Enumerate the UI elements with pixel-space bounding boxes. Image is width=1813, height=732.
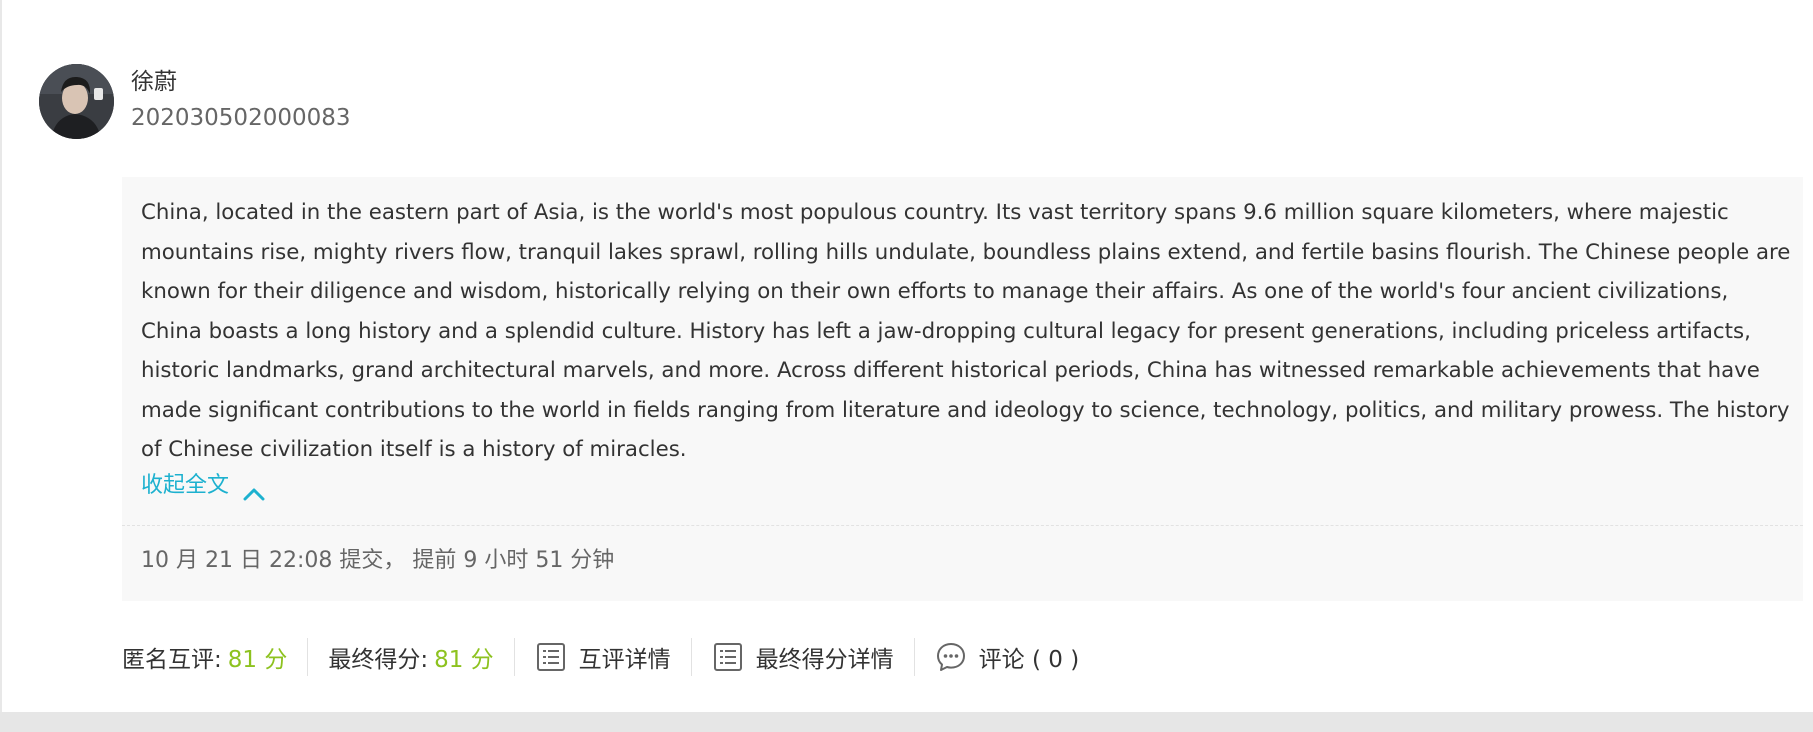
final-score-value: 81 分	[434, 647, 494, 673]
peer-review-details-button[interactable]: 互评详情	[535, 637, 671, 677]
avatar[interactable]	[39, 64, 114, 139]
final-score-label: 最终得分:	[328, 647, 429, 673]
anon-review-score-value: 81 分	[227, 647, 288, 673]
essay-text: China, located in the eastern part of As…	[141, 200, 1791, 462]
essay-panel: China, located in the eastern part of As…	[122, 177, 1803, 601]
comment-icon	[935, 641, 967, 673]
left-border	[0, 0, 2, 732]
user-id: 202030502000083	[131, 105, 351, 131]
anon-review-label: 匿名互评:	[122, 647, 222, 673]
comments-button[interactable]: 评论 ( 0 )	[935, 637, 1080, 677]
separator	[690, 638, 692, 676]
submission-card: 徐蔚 202030502000083 China, located in the…	[0, 0, 1813, 732]
divider	[122, 525, 1803, 526]
peer-review-details-label: 互评详情	[578, 647, 671, 673]
score-toolbar: 匿名互评: 81 分 最终得分: 81 分 互评详情 最终得分详情 评论 (0…	[122, 637, 1079, 677]
list-icon	[535, 641, 567, 673]
chevron-up-icon	[243, 479, 265, 501]
separator	[913, 638, 915, 676]
list-icon	[712, 641, 744, 673]
bottom-edge	[0, 712, 1813, 732]
separator	[513, 638, 515, 676]
collapse-full-text-link[interactable]: 收起全文	[141, 470, 265, 502]
anonymous-review-score: 匿名互评: 81 分	[122, 637, 287, 677]
submission-time: 10 月 21 日 22:08 提交， 提前 9 小时 51 分钟	[141, 548, 615, 573]
final-score: 最终得分: 81 分	[328, 637, 493, 677]
collapse-label: 收起全文	[141, 473, 230, 498]
comments-label: 评论 ( 0 )	[978, 647, 1080, 673]
final-score-details-button[interactable]: 最终得分详情	[712, 637, 894, 677]
separator	[307, 638, 309, 676]
user-name: 徐蔚	[131, 69, 177, 95]
final-score-details-label: 最终得分详情	[755, 647, 894, 673]
